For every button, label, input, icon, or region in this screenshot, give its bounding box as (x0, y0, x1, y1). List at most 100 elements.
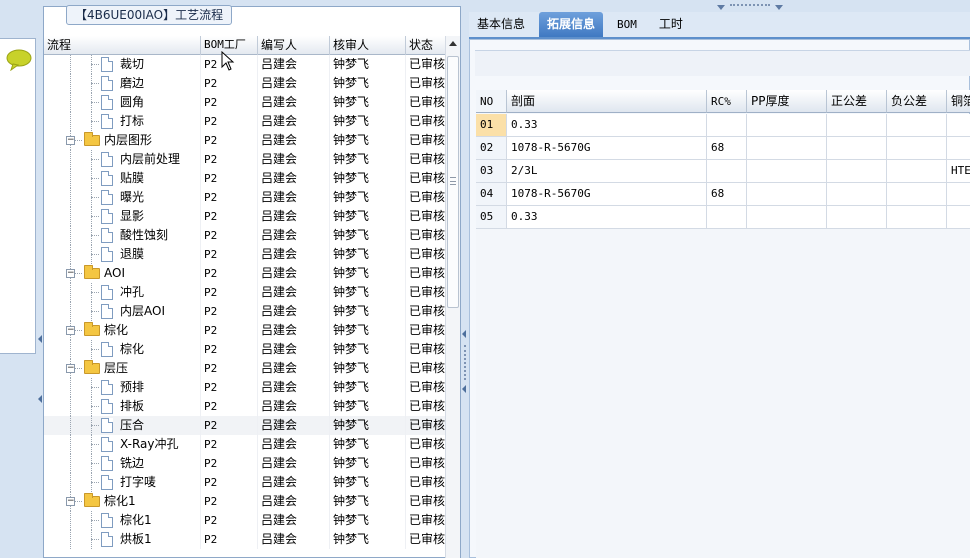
tree-node[interactable]: 烘板1 (44, 530, 201, 549)
tree-node[interactable]: 棕化1 (44, 511, 201, 530)
negative-tolerance-cell[interactable] (887, 206, 947, 229)
row-number-cell[interactable]: 04 (476, 183, 507, 206)
section-cell[interactable]: 1078-R-5670G (507, 183, 707, 206)
tree-row[interactable]: 冲孔 P2 吕建会 钟梦飞 已审核 (44, 283, 446, 302)
tree-node[interactable]: 酸性蚀刻 (44, 226, 201, 245)
pp-thickness-cell[interactable] (747, 137, 827, 160)
tree-row[interactable]: 曝光 P2 吕建会 钟梦飞 已审核 (44, 188, 446, 207)
tree-row[interactable]: 排板 P2 吕建会 钟梦飞 已审核 (44, 397, 446, 416)
column-header-rc[interactable]: RC% (707, 90, 747, 113)
copper-foil-cell[interactable] (947, 137, 970, 160)
column-header-no[interactable]: NO (476, 90, 507, 113)
tab-basic-info[interactable]: 基本信息 (469, 12, 533, 37)
grid-row[interactable]: 04 1078-R-5670G 68 (476, 183, 970, 206)
tree-node[interactable]: 内层AOI (44, 302, 201, 321)
positive-tolerance-cell[interactable] (827, 137, 887, 160)
tree-node[interactable]: 显影 (44, 207, 201, 226)
row-number-cell[interactable]: 03 (476, 160, 507, 183)
tree-node[interactable]: 圆角 (44, 93, 201, 112)
rc-cell[interactable] (707, 160, 747, 183)
tree-row[interactable]: 烘板1 P2 吕建会 钟梦飞 已审核 (44, 530, 446, 549)
tree-node[interactable]: 棕化 (44, 340, 201, 359)
tree-node[interactable]: 压合 (44, 416, 201, 435)
row-number-cell[interactable]: 02 (476, 137, 507, 160)
copper-foil-cell[interactable] (947, 183, 970, 206)
expander-icon[interactable]: − (66, 326, 75, 335)
tree-node[interactable]: − AOI (44, 264, 201, 283)
copper-foil-cell[interactable] (947, 206, 970, 229)
tree-row[interactable]: − 棕化 P2 吕建会 钟梦飞 已审核 (44, 321, 446, 340)
tree-node[interactable]: 铣边 (44, 454, 201, 473)
tree-row[interactable]: X-Ray冲孔 P2 吕建会 钟梦飞 已审核 (44, 435, 446, 454)
collapse-arrow-icon[interactable] (462, 385, 466, 393)
expander-icon[interactable]: − (66, 364, 75, 373)
scrollbar-thumb[interactable] (447, 56, 459, 308)
splitter-grip[interactable] (464, 345, 466, 380)
tree-node[interactable]: 预排 (44, 378, 201, 397)
column-header-writer[interactable]: 编写人 (258, 36, 330, 55)
collapse-arrow-icon[interactable] (462, 330, 466, 338)
tree-node[interactable]: 打字唛 (44, 473, 201, 492)
tree-node[interactable]: 冲孔 (44, 283, 201, 302)
positive-tolerance-cell[interactable] (827, 160, 887, 183)
tree-vertical-scrollbar[interactable] (445, 36, 460, 558)
copper-foil-cell[interactable] (947, 114, 970, 137)
top-splitter-grip[interactable] (730, 4, 770, 10)
tree-node[interactable]: X-Ray冲孔 (44, 435, 201, 454)
row-number-cell[interactable]: 05 (476, 206, 507, 229)
grid-row[interactable]: 02 1078-R-5670G 68 (476, 137, 970, 160)
tree-row[interactable]: 内层AOI P2 吕建会 钟梦飞 已审核 (44, 302, 446, 321)
tree-node[interactable]: − 层压 (44, 359, 201, 378)
collapse-left-arrow-icon[interactable] (38, 395, 42, 403)
column-header-reviewer[interactable]: 核审人 (330, 36, 406, 55)
section-cell[interactable]: 1078-R-5670G (507, 137, 707, 160)
tree-node[interactable]: − 棕化 (44, 321, 201, 340)
pp-thickness-cell[interactable] (747, 160, 827, 183)
tree-row[interactable]: − AOI P2 吕建会 钟梦飞 已审核 (44, 264, 446, 283)
tree-row[interactable]: − 层压 P2 吕建会 钟梦飞 已审核 (44, 359, 446, 378)
tree-node[interactable]: − 棕化1 (44, 492, 201, 511)
pp-thickness-cell[interactable] (747, 183, 827, 206)
tree-row[interactable]: 裁切 P2 吕建会 钟梦飞 已审核 (44, 55, 446, 74)
grid-row[interactable]: 01 0.33 (476, 114, 970, 137)
tree-row[interactable]: 显影 P2 吕建会 钟梦飞 已审核 (44, 207, 446, 226)
tab-bom[interactable]: BOM (609, 12, 645, 37)
positive-tolerance-cell[interactable] (827, 206, 887, 229)
tree-row[interactable]: 退膜 P2 吕建会 钟梦飞 已审核 (44, 245, 446, 264)
tree-row[interactable]: − 内层图形 P2 吕建会 钟梦飞 已审核 (44, 131, 446, 150)
negative-tolerance-cell[interactable] (887, 114, 947, 137)
tree-node[interactable]: 裁切 (44, 55, 201, 74)
expander-icon[interactable]: − (66, 136, 75, 145)
pp-thickness-cell[interactable] (747, 114, 827, 137)
copper-foil-cell[interactable]: HTE (947, 160, 970, 183)
positive-tolerance-cell[interactable] (827, 183, 887, 206)
column-header-process[interactable]: 流程 (44, 36, 201, 55)
tree-node[interactable]: 退膜 (44, 245, 201, 264)
tree-row[interactable]: 棕化1 P2 吕建会 钟梦飞 已审核 (44, 511, 446, 530)
tree-row[interactable]: 贴膜 P2 吕建会 钟梦飞 已审核 (44, 169, 446, 188)
chat-bubble-icon[interactable] (6, 49, 32, 71)
tab-extended-info[interactable]: 拓展信息 (539, 12, 604, 37)
negative-tolerance-cell[interactable] (887, 137, 947, 160)
grid-row[interactable]: 05 0.33 (476, 206, 970, 229)
tab-work-hours[interactable]: 工时 (651, 12, 691, 37)
tree-row[interactable]: 酸性蚀刻 P2 吕建会 钟梦飞 已审核 (44, 226, 446, 245)
column-header-negative-tolerance[interactable]: 负公差 (887, 90, 947, 113)
column-header-section[interactable]: 剖面 (507, 90, 707, 113)
negative-tolerance-cell[interactable] (887, 160, 947, 183)
tree-node[interactable]: − 内层图形 (44, 131, 201, 150)
collapse-left-arrow-icon[interactable] (38, 335, 42, 343)
row-number-cell[interactable]: 01 (476, 114, 507, 137)
scroll-up-icon[interactable] (449, 41, 457, 46)
tree-row[interactable]: 铣边 P2 吕建会 钟梦飞 已审核 (44, 454, 446, 473)
tree-row[interactable]: 棕化 P2 吕建会 钟梦飞 已审核 (44, 340, 446, 359)
section-cell[interactable]: 2/3L (507, 160, 707, 183)
tree-row[interactable]: 内层前处理 P2 吕建会 钟梦飞 已审核 (44, 150, 446, 169)
rc-cell[interactable] (707, 206, 747, 229)
pp-thickness-cell[interactable] (747, 206, 827, 229)
tree-row[interactable]: − 棕化1 P2 吕建会 钟梦飞 已审核 (44, 492, 446, 511)
rc-cell[interactable]: 68 (707, 183, 747, 206)
collapse-left-icon[interactable] (717, 5, 725, 10)
expander-icon[interactable]: − (66, 497, 75, 506)
column-header-positive-tolerance[interactable]: 正公差 (827, 90, 887, 113)
